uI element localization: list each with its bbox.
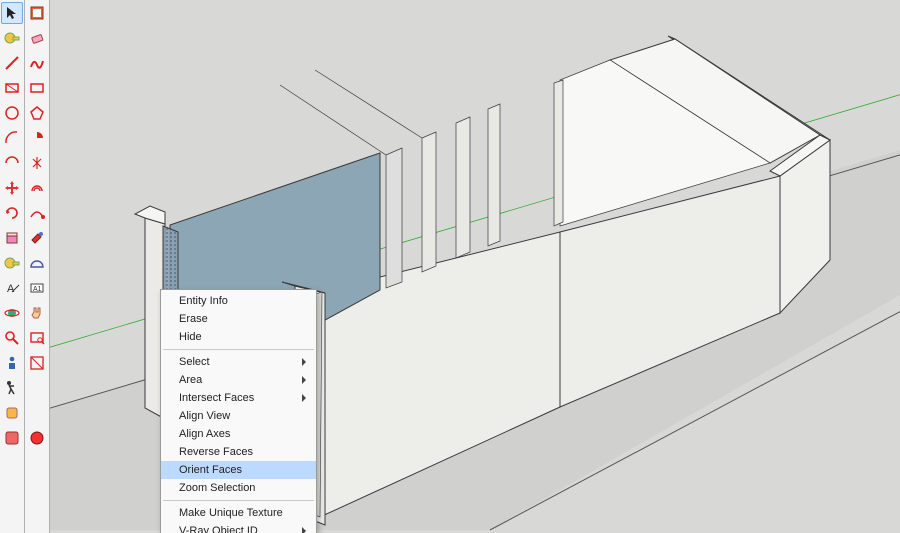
arc-tool[interactable]: [1, 127, 23, 149]
context-menu-separator: [163, 349, 314, 350]
zoom-tool[interactable]: [1, 327, 23, 349]
pushpull-tool[interactable]: [1, 227, 23, 249]
text-tool[interactable]: A: [1, 277, 23, 299]
pan-tool[interactable]: [26, 302, 48, 324]
followme-tool[interactable]: [26, 202, 48, 224]
orbit-tool[interactable]: [1, 302, 23, 324]
rotate-tool[interactable]: [1, 202, 23, 224]
context-menu-item[interactable]: Orient Faces: [161, 461, 316, 479]
context-menu-item[interactable]: Erase: [161, 310, 316, 328]
context-menu-item[interactable]: V-Ray Object ID: [161, 522, 316, 533]
offset-tool[interactable]: [26, 177, 48, 199]
context-menu-item[interactable]: Align View: [161, 407, 316, 425]
protractor-tool[interactable]: [26, 252, 48, 274]
blank2: [26, 402, 48, 424]
blank1: [26, 377, 48, 399]
rectangle-tool[interactable]: [26, 77, 48, 99]
dim-tool[interactable]: A1: [26, 277, 48, 299]
eraser-tool[interactable]: [1, 77, 23, 99]
pie-tool[interactable]: [26, 127, 48, 149]
tape2-tool[interactable]: [1, 252, 23, 274]
toolbar-col2: A1: [25, 0, 50, 533]
context-menu-item[interactable]: Align Axes: [161, 425, 316, 443]
walk-tool[interactable]: [1, 377, 23, 399]
circle-tool[interactable]: [1, 102, 23, 124]
context-menu[interactable]: Entity InfoEraseHide SelectAreaIntersect …: [160, 289, 317, 533]
measure-tool[interactable]: [1, 27, 23, 49]
context-menu-item[interactable]: Entity Info: [161, 292, 316, 310]
context-menu-item[interactable]: Hide: [161, 328, 316, 346]
select-tool[interactable]: [1, 2, 23, 24]
context-menu-item[interactable]: Select: [161, 353, 316, 371]
context-menu-item[interactable]: Make Unique Texture: [161, 504, 316, 522]
component-tool[interactable]: [26, 2, 48, 24]
context-menu-item[interactable]: Reverse Faces: [161, 443, 316, 461]
eraser2-tool[interactable]: [26, 27, 48, 49]
arc2-tool[interactable]: [1, 152, 23, 174]
svg-text:A: A: [7, 283, 15, 295]
context-menu-item[interactable]: Area: [161, 371, 316, 389]
move-tool[interactable]: [1, 177, 23, 199]
context-menu-separator: [163, 500, 314, 501]
line-tool[interactable]: [1, 52, 23, 74]
mirror-tool[interactable]: [26, 152, 48, 174]
section-tool[interactable]: [26, 352, 48, 374]
context-menu-item[interactable]: Intersect Faces: [161, 389, 316, 407]
polygon-tool[interactable]: [26, 102, 48, 124]
zoomwin-tool[interactable]: [26, 327, 48, 349]
vray2-tool[interactable]: [26, 427, 48, 449]
freehand-tool[interactable]: [26, 52, 48, 74]
person-tool[interactable]: [1, 352, 23, 374]
context-menu-item[interactable]: Zoom Selection: [161, 479, 316, 497]
toolbar-col1: A: [0, 0, 25, 533]
svg-text:A1: A1: [33, 286, 42, 293]
vray-tool[interactable]: [1, 427, 23, 449]
paint-tool[interactable]: [26, 227, 48, 249]
instructor-tool[interactable]: [1, 402, 23, 424]
